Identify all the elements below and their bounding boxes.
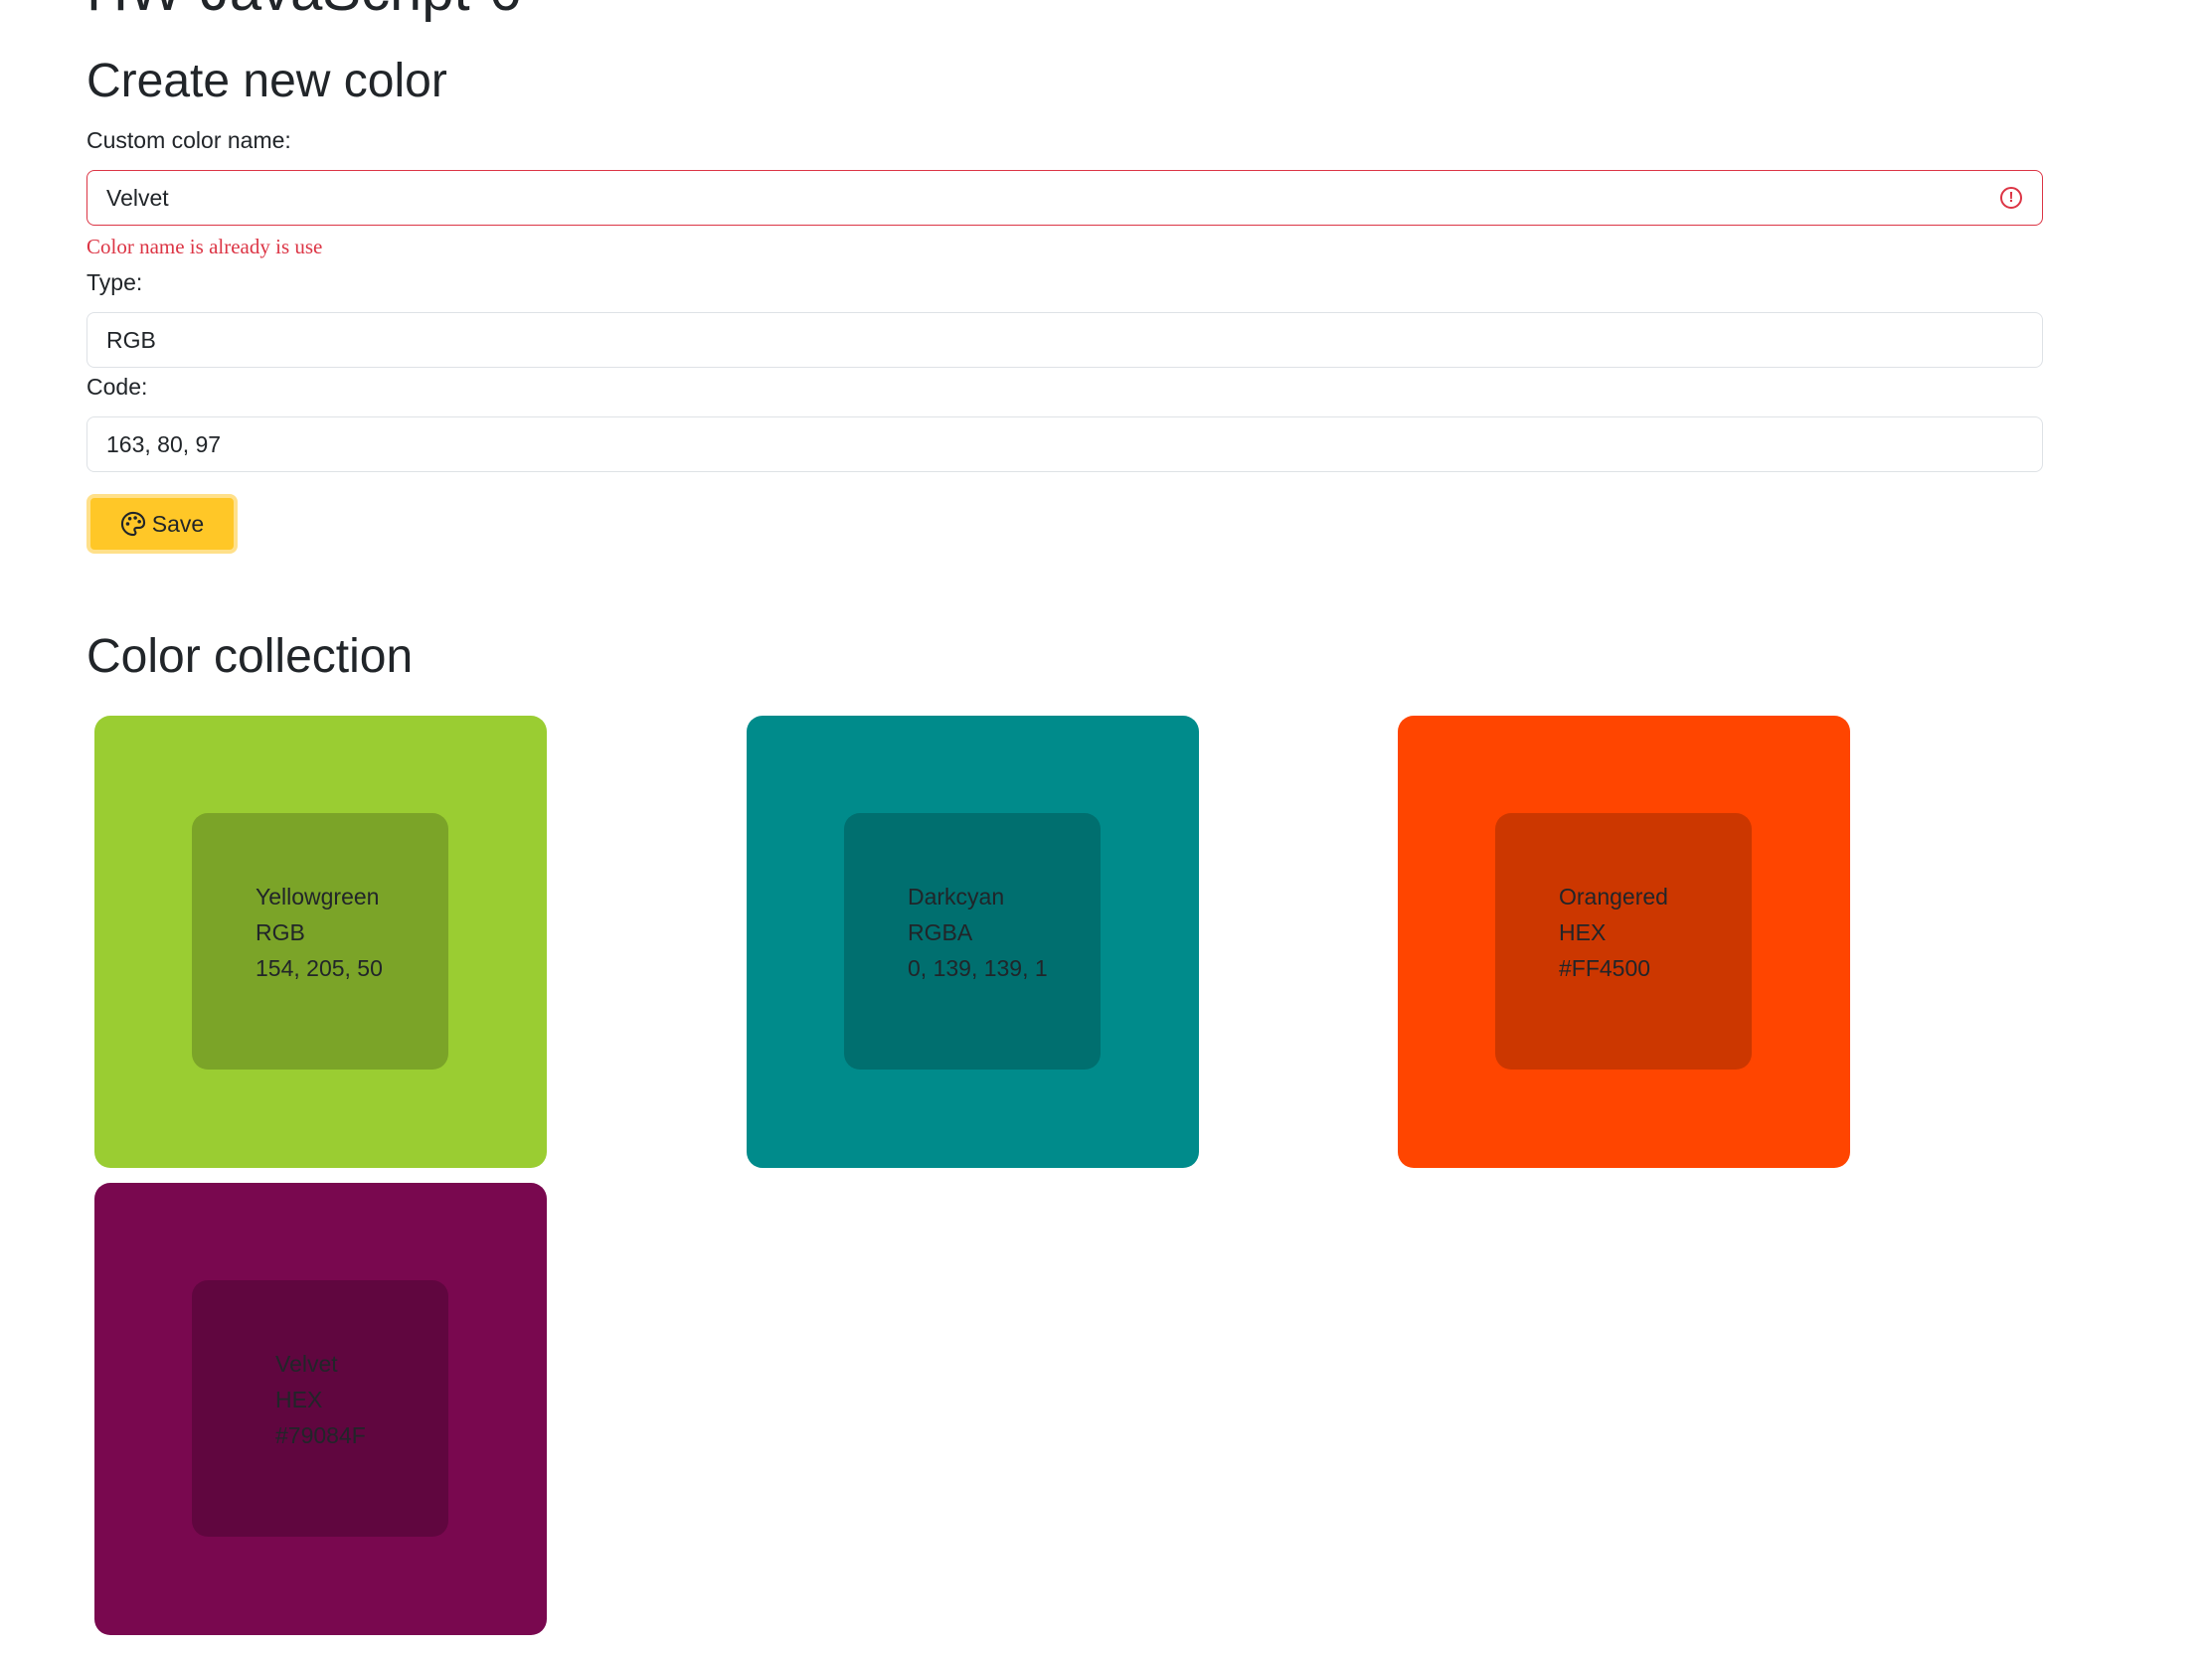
color-name-label: Custom color name: [86,127,291,153]
page: HW-JavaScript-6 Create new color Custom … [0,0,2212,1653]
color-card-inner: Orangered HEX #FF4500 [1495,813,1752,1070]
color-card-code: 0, 139, 139, 1 [908,955,1048,981]
code-label: Code: [86,374,148,400]
color-collection-heading: Color collection [86,630,414,683]
color-name-error: Color name is already is use [86,235,323,258]
color-card-code: 154, 205, 50 [255,955,383,981]
palette-icon [120,511,146,537]
color-card-name: Orangered [1559,884,1668,909]
color-card-name: Yellowgreen [255,884,380,909]
color-card-type: RGB [255,919,305,945]
color-card-name: Velvet [275,1351,338,1377]
color-card-code: #FF4500 [1559,955,1651,981]
color-card: Yellowgreen RGB 154, 205, 50 [94,716,547,1168]
exclamation-circle-icon: ! [2000,187,2022,209]
type-label: Type: [86,269,143,295]
type-input[interactable] [86,312,2043,368]
color-name-input[interactable] [86,170,2043,226]
color-card-type: HEX [1559,919,1607,945]
color-card-code: #79084F [275,1422,366,1448]
save-button-label: Save [151,510,205,537]
color-card-name: Darkcyan [908,884,1005,909]
color-card-inner: Velvet HEX #79084F [192,1280,448,1537]
code-input[interactable] [86,416,2043,472]
color-card: Velvet HEX #79084F [94,1183,547,1635]
create-color-heading: Create new color [86,55,447,107]
color-card-type: RGBA [908,919,973,945]
app-title: HW-JavaScript-6 [86,0,521,20]
save-button[interactable]: Save [86,494,238,554]
color-card: Darkcyan RGBA 0, 139, 139, 1 [747,716,1199,1168]
color-card-inner: Darkcyan RGBA 0, 139, 139, 1 [844,813,1101,1070]
color-card: Orangered HEX #FF4500 [1398,716,1850,1168]
color-card-inner: Yellowgreen RGB 154, 205, 50 [192,813,448,1070]
color-card-type: HEX [275,1387,323,1412]
